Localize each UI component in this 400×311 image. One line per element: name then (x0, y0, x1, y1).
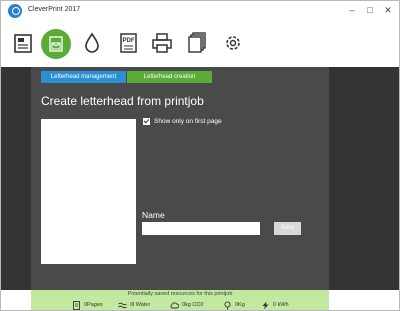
pages-value: 0Pages (84, 302, 103, 308)
water-stat: 0l Water (118, 300, 150, 310)
document-icon[interactable] (10, 29, 38, 57)
savings-caption: Potentially saved resources for this pri… (127, 291, 233, 297)
window-title: CleverPrint 2017 (28, 6, 81, 13)
title-bar: CleverPrint 2017 – □ ✕ (1, 1, 399, 21)
co2-stat: 0kg CO2 (170, 300, 204, 310)
minimize-button[interactable]: – (345, 3, 359, 17)
close-button[interactable]: ✕ (381, 3, 395, 17)
settings-icon[interactable] (219, 29, 247, 57)
printer-icon[interactable] (148, 29, 176, 57)
name-input[interactable] (142, 222, 260, 235)
app-window: CleverPrint 2017 – □ ✕ PDF Letterhead ma… (0, 0, 400, 311)
cloud-icon (170, 301, 179, 308)
svg-text:PDF: PDF (123, 38, 135, 44)
tab-letterhead-management[interactable]: Letterhead management (41, 71, 126, 83)
maximize-button[interactable]: □ (363, 3, 377, 17)
pages-icon (73, 300, 80, 310)
save-button[interactable]: Save (274, 222, 301, 235)
lightning-icon (262, 301, 269, 309)
letterhead-creation-panel: Letterhead management Letterhead creatio… (31, 67, 329, 290)
copies-icon[interactable] (184, 29, 212, 57)
ink-drop-icon[interactable] (78, 29, 106, 57)
tree-stat: 0Kg (223, 300, 245, 310)
water-icon (118, 302, 127, 308)
pages-stat: 0Pages (72, 300, 103, 310)
kg-value: 0Kg (235, 302, 245, 308)
tab-letterhead-creation[interactable]: Letterhead creation (127, 71, 212, 83)
pdf-icon[interactable]: PDF (115, 29, 143, 57)
left-panel (1, 67, 31, 290)
show-first-page-label[interactable]: Show only on first page (154, 118, 222, 125)
letterhead-icon[interactable] (41, 29, 71, 59)
right-panel (329, 67, 399, 290)
page-title: Create letterhead from printjob (41, 94, 204, 108)
show-first-page-checkbox[interactable] (143, 118, 150, 125)
letterhead-preview (41, 119, 136, 264)
app-logo-icon (8, 4, 22, 18)
co2-value: 0kg CO2 (182, 302, 204, 308)
savings-footer: Potentially saved resources for this pri… (31, 290, 329, 310)
name-label: Name (142, 210, 165, 220)
tree-icon (224, 300, 231, 310)
toolbar: PDF (1, 21, 399, 67)
energy-stat: 0 kWh (261, 300, 289, 310)
energy-value: 0 kWh (273, 302, 289, 308)
water-value: 0l Water (130, 302, 151, 308)
